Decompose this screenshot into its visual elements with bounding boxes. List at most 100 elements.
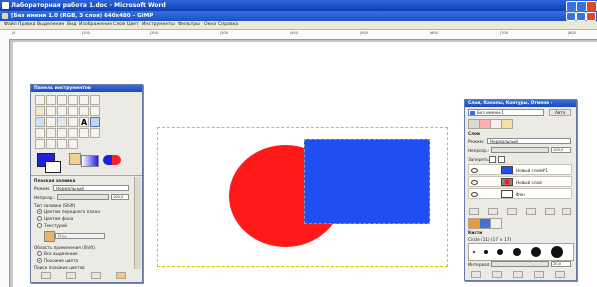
text-tool-icon[interactable]: A [79,117,89,127]
lock-pixels-checkbox[interactable] [489,156,496,163]
spacing-slider[interactable] [491,261,549,267]
blend-tool-icon[interactable] [35,128,45,138]
brush-dot[interactable] [513,248,521,256]
vertical-ruler[interactable] [0,39,10,287]
pattern-swatch-icon[interactable] [44,231,55,242]
brush-dot[interactable] [497,249,503,255]
dodge-burn-tool-icon[interactable] [68,139,78,149]
layer-mode-label: Режим: [468,139,485,144]
menu-help[interactable]: Справка [218,21,238,29]
rect-select-tool-icon[interactable] [35,95,45,105]
brush-edit-button[interactable] [471,271,481,278]
brush-duplicate-button[interactable] [513,271,523,278]
fuzzy-select-tool-icon[interactable] [68,95,78,105]
brush-refresh-button[interactable] [555,271,565,278]
layer-row[interactable]: Новый слой [468,176,572,187]
menu-layer[interactable]: Слой [113,21,125,29]
brush-new-button[interactable] [492,271,502,278]
menu-tools[interactable]: Инструменты [142,21,175,29]
align-tool-icon[interactable] [90,106,100,116]
free-select-tool-icon[interactable] [57,95,67,105]
brush-delete-button[interactable] [534,271,544,278]
delete-layer-button[interactable] [562,208,571,215]
mode-select[interactable]: Нормальный [53,185,129,191]
layer-opacity-slider[interactable] [491,147,549,153]
save-options-button[interactable] [41,272,51,279]
brush-dot[interactable] [551,246,563,258]
brush-dot[interactable] [484,250,488,254]
zoom-tool-icon[interactable] [57,106,67,116]
menu-filters[interactable]: Фильтры [178,21,200,29]
menu-image[interactable]: Изображение [79,21,112,29]
layer-opacity-input[interactable]: 100,0 [551,147,571,153]
scale-tool-icon[interactable] [57,117,67,127]
paintbrush-tool-icon[interactable] [57,128,67,138]
layer-row[interactable]: Новый слой#1 [468,164,572,175]
gimp-minimize-button[interactable] [566,12,576,21]
area-similar-radio[interactable] [37,258,42,263]
visibility-eye-icon[interactable] [471,180,478,185]
menu-file[interactable]: Файл [4,21,17,29]
smudge-tool-icon[interactable] [57,139,67,149]
auto-button[interactable]: Авто [549,109,571,116]
anchor-layer-button[interactable] [545,208,555,215]
menu-windows[interactable]: Окна [204,21,216,29]
pencil-tool-icon[interactable] [46,128,56,138]
fill-bg-radio[interactable] [37,216,42,221]
gradient-preview-icon[interactable] [81,155,99,167]
pattern-preview-icon[interactable] [103,155,121,165]
fill-pattern-radio[interactable] [37,223,42,228]
menu-view[interactable]: Вид [67,21,76,29]
airbrush-tool-icon[interactable] [79,128,89,138]
measure-tool-icon[interactable] [68,106,78,116]
opacity-input[interactable]: 100,0 [111,194,129,200]
paths-tool-icon[interactable] [35,106,45,116]
raise-layer-button[interactable] [488,208,498,215]
duplicate-layer-button[interactable] [526,208,536,215]
brush-grid[interactable] [468,243,574,261]
reset-options-button[interactable] [116,272,126,279]
eraser-tool-icon[interactable] [68,128,78,138]
rotate-tool-icon[interactable] [46,117,56,127]
visibility-eye-icon[interactable] [471,168,478,173]
fill-fg-radio[interactable] [37,209,42,214]
tab-undo-icon[interactable] [501,119,513,129]
lower-layer-button[interactable] [507,208,517,215]
clone-tool-icon[interactable] [35,139,45,149]
gimp-maximize-button[interactable] [576,12,586,21]
shear-tool-icon[interactable] [68,117,78,127]
delete-options-button[interactable] [91,272,101,279]
restore-options-button[interactable] [66,272,76,279]
ink-tool-icon[interactable] [90,128,100,138]
menu-edit[interactable]: Правка [18,21,35,29]
menu-color[interactable]: Цвет [127,21,139,29]
move-tool-icon[interactable] [79,106,89,116]
toolbox-scrollbar[interactable] [134,177,141,269]
area-all-radio[interactable] [37,251,42,256]
color-picker-tool-icon[interactable] [46,106,56,116]
brush-preview-icon[interactable] [69,153,81,165]
tab-gradients-icon[interactable] [490,218,502,229]
background-color-swatch[interactable] [45,161,61,173]
opacity-slider[interactable] [57,194,109,200]
visibility-eye-icon[interactable] [471,192,478,197]
spacing-input[interactable]: 20,0 [551,261,571,267]
color-select-tool-icon[interactable] [79,95,89,105]
brush-dot[interactable] [473,251,475,253]
ellipse-select-tool-icon[interactable] [46,95,56,105]
image-selector[interactable]: Без имени-1 [468,109,544,116]
gimp-close-button[interactable] [586,12,596,21]
crop-tool-icon[interactable] [35,117,45,127]
new-layer-button[interactable] [469,208,479,215]
ruler-label: |300 [220,31,228,35]
bucket-fill-tool-icon[interactable] [90,117,100,127]
similar-colors-label: Поиск похожих цветов [34,265,85,270]
menu-select[interactable]: Выделение [37,21,64,29]
horizontal-ruler[interactable]: |0 |100 |200 |300 |400 |500 |600 |700 |8… [0,30,597,40]
heal-tool-icon[interactable] [46,139,56,149]
brush-dot[interactable] [531,247,541,257]
layer-row[interactable]: Фон [468,188,572,199]
lock-alpha-checkbox[interactable] [498,156,505,163]
layer-mode-select[interactable]: Нормальный [487,138,571,144]
scissors-tool-icon[interactable] [90,95,100,105]
